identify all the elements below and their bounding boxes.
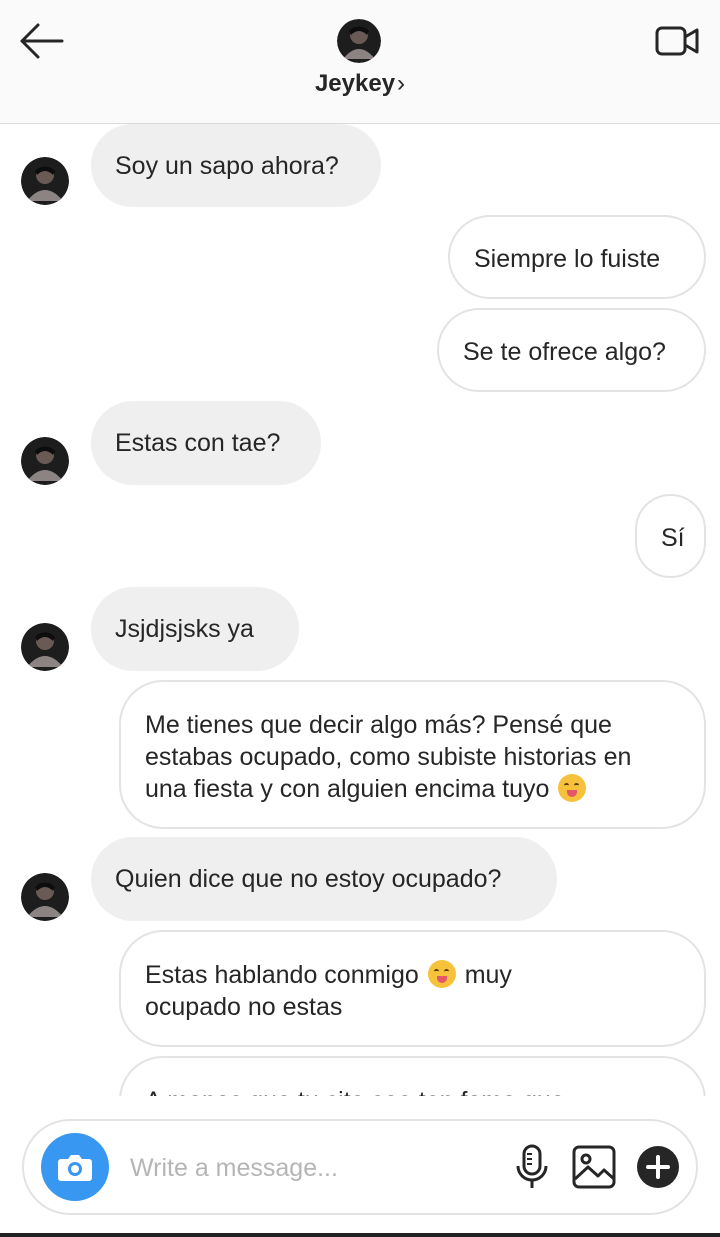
message-bubble-outgoing[interactable]: Sí [635, 494, 706, 578]
message-bubble-incoming[interactable]: Estas con tae? [91, 401, 321, 485]
message-bubble-incoming[interactable]: Soy un sapo ahora? [91, 124, 381, 207]
sender-avatar[interactable] [21, 157, 69, 205]
camera-button[interactable] [41, 1133, 109, 1201]
message-text: Siempre lo fuiste [474, 245, 661, 273]
gallery-icon[interactable] [572, 1145, 616, 1189]
message-bubble-outgoing[interactable]: Se te ofrece algo? [437, 308, 706, 392]
message-text: Estas hablando conmigo [145, 961, 419, 989]
message-text: Estas con tae? [115, 429, 281, 457]
sender-avatar[interactable] [21, 437, 69, 485]
message-input[interactable] [128, 1147, 472, 1189]
message-text: muy [464, 961, 512, 989]
message-text: Sí [661, 524, 685, 552]
message-composer [22, 1119, 698, 1215]
header-avatar[interactable] [337, 19, 381, 63]
contact-name-text: Jeykey [314, 70, 396, 97]
plus-circle-icon[interactable] [636, 1145, 680, 1189]
message-text: una fiesta y con alguien encima tuyo [145, 775, 550, 803]
chat-header: Jeykey› [0, 0, 720, 124]
message-thread[interactable]: Soy un sapo ahora? Siempre lo fuiste Se … [0, 124, 720, 1096]
message-text: Me tienes que decir algo más? Pensé que [145, 711, 612, 739]
face-savoring-food-icon [558, 774, 587, 802]
message-text: A menos que tu cita sea tan fome que [145, 1085, 680, 1096]
sender-avatar[interactable] [21, 873, 69, 921]
message-bubble-outgoing[interactable]: Siempre lo fuiste [448, 215, 706, 299]
back-arrow-icon[interactable] [18, 22, 64, 60]
message-text: Jsjdjsjsks ya [115, 615, 254, 643]
message-bubble-incoming[interactable]: Jsjdjsjsks ya [91, 587, 299, 671]
face-savoring-food-icon [427, 960, 456, 988]
microphone-icon[interactable] [512, 1143, 552, 1191]
sender-avatar[interactable] [21, 623, 69, 671]
message-text: Soy un sapo ahora? [115, 152, 339, 180]
message-bubble-outgoing[interactable]: Estas hablando conmigo muy ocupado no es… [119, 930, 706, 1047]
message-bubble-outgoing[interactable]: Me tienes que decir algo más? Pensé que … [119, 680, 706, 829]
message-text: estabas ocupado, como subiste historias … [145, 743, 632, 771]
chevron-right-icon: › [397, 70, 406, 97]
camera-icon [58, 1155, 92, 1181]
video-camera-icon[interactable] [654, 22, 700, 60]
message-bubble-incoming[interactable]: Quien dice que no estoy ocupado? [91, 837, 557, 921]
message-text: Se te ofrece algo? [463, 338, 666, 366]
message-bubble-outgoing[interactable]: A menos que tu cita sea tan fome que [119, 1056, 706, 1096]
message-text: ocupado no estas [145, 993, 343, 1021]
contact-name[interactable]: Jeykey› [0, 70, 720, 98]
bottom-divider [0, 1233, 720, 1237]
message-text: Quien dice que no estoy ocupado? [115, 865, 502, 893]
